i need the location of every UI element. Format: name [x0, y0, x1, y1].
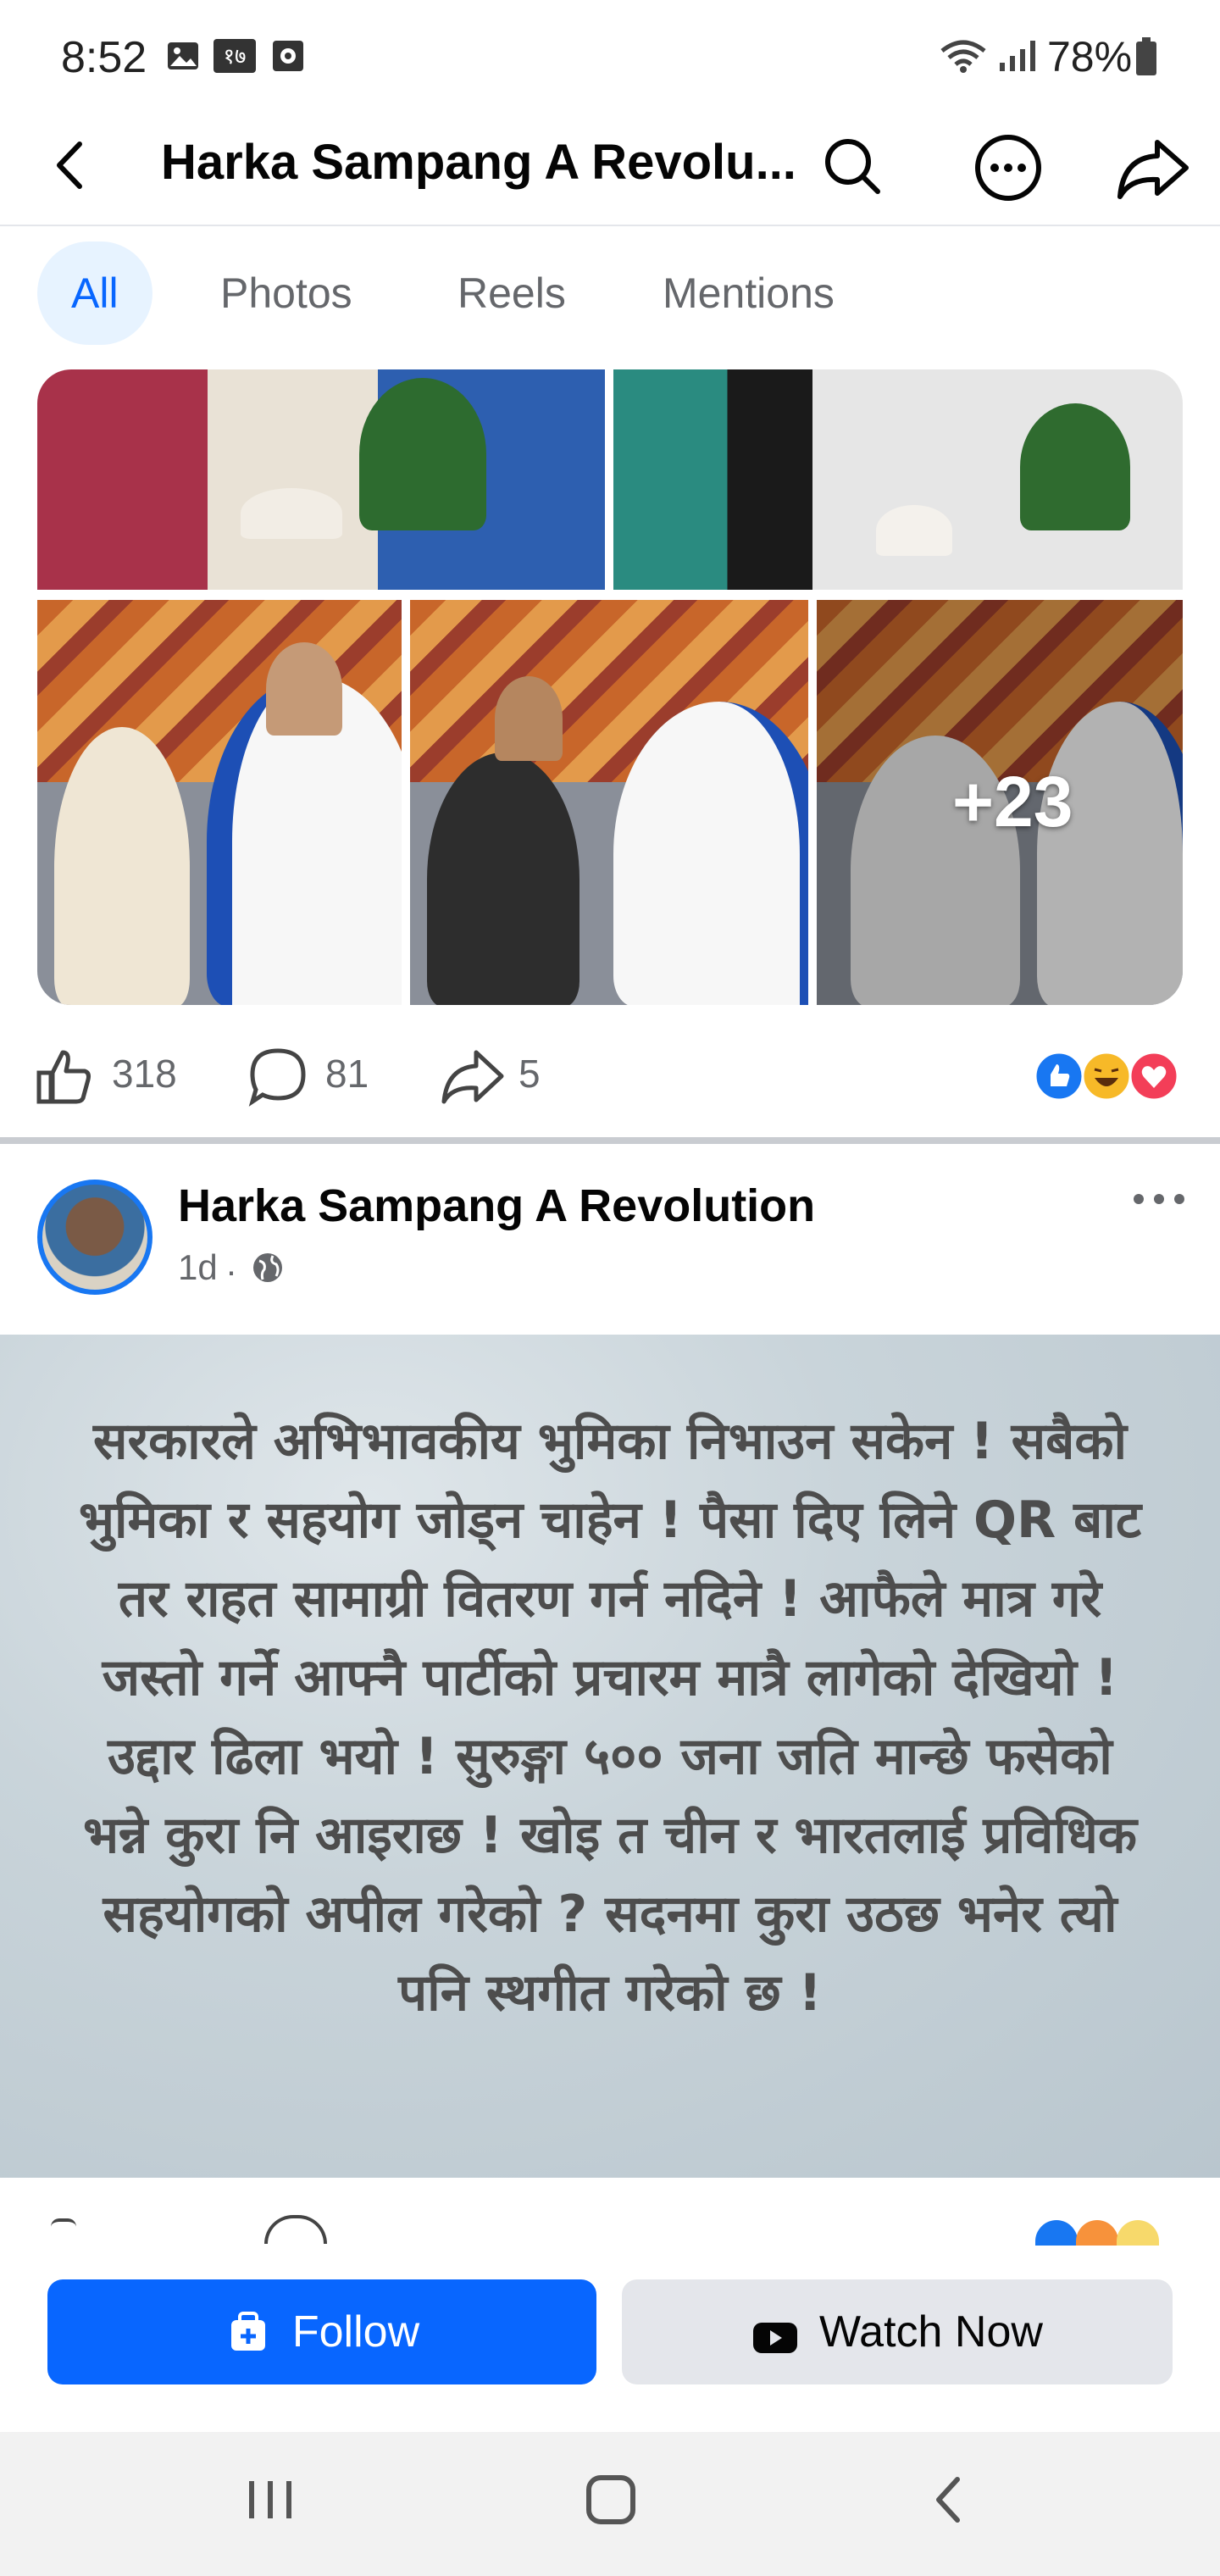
notification-badge: १७: [214, 39, 256, 73]
post-photo[interactable]: [37, 369, 605, 590]
share-icon[interactable]: [441, 1046, 505, 1107]
share-count: 5: [518, 1052, 541, 1096]
post-photo[interactable]: +23: [817, 600, 1183, 1005]
post-text: सरकारले अभिभावकीय भुमिका निभाउन सकेन ! स…: [78, 1412, 1142, 2023]
globe-icon: [251, 1251, 285, 1285]
page-header: Harka Sampang A Revolu...: [0, 110, 1220, 226]
page-title: Harka Sampang A Revolu...: [161, 135, 796, 190]
follow-button[interactable]: Follow: [47, 2279, 596, 2384]
watch-now-label: Watch Now: [819, 2307, 1043, 2357]
more-options-icon[interactable]: [973, 132, 1044, 203]
post-action-bar: 318 81 5: [0, 1025, 1220, 1127]
post-author-name[interactable]: Harka Sampang A Revolution: [178, 1180, 815, 1232]
watch-now-button[interactable]: Watch Now: [622, 2279, 1173, 2384]
follow-label: Follow: [291, 2307, 420, 2357]
comment-icon[interactable]: [247, 1046, 308, 1107]
haha-reaction-icon: [1081, 1051, 1132, 1102]
gallery-notification-icon: [166, 39, 200, 73]
wifi-icon: [939, 39, 988, 73]
tab-photos[interactable]: Photos: [186, 242, 386, 345]
post-text-card[interactable]: सरकारले अभिभावकीय भुमिका निभाउन सकेन ! स…: [0, 1335, 1220, 2178]
avatar[interactable]: [37, 1180, 152, 1295]
video-icon: [751, 2315, 799, 2353]
post-timestamp[interactable]: 1d: [178, 1247, 218, 1288]
post-options-icon[interactable]: [1128, 1186, 1190, 1212]
status-time: 8:52: [61, 33, 147, 82]
battery-icon: [1135, 37, 1157, 76]
page-action-buttons: Follow Watch Now: [0, 2254, 1220, 2432]
love-reaction-icon: [1128, 1051, 1179, 1102]
tab-all[interactable]: All: [37, 242, 152, 345]
system-back-icon[interactable]: [932, 2474, 966, 2525]
back-arrow-icon[interactable]: [47, 136, 98, 195]
signal-icon: [996, 39, 1037, 73]
battery-percent: 78%: [1047, 33, 1133, 80]
post-photo-grid: +23: [37, 369, 1183, 1005]
post-photo[interactable]: [613, 369, 1183, 590]
share-icon[interactable]: [1115, 132, 1191, 203]
app-notification-icon: [271, 39, 305, 73]
post-divider: [0, 1137, 1220, 1144]
search-icon[interactable]: [818, 132, 886, 200]
post2-action-bar-partial: [0, 2178, 1220, 2254]
recent-apps-icon[interactable]: [242, 2474, 298, 2525]
more-photos-count[interactable]: +23: [952, 761, 1073, 843]
like-count: 318: [112, 1052, 177, 1096]
like-reaction-icon: [1034, 1051, 1084, 1102]
tab-reels[interactable]: Reels: [424, 242, 600, 345]
post-photo[interactable]: [410, 600, 808, 1005]
home-icon[interactable]: [585, 2473, 637, 2527]
comment-count: 81: [325, 1052, 369, 1096]
status-bar: 8:52 १७ 78%: [0, 0, 1220, 110]
system-nav-bar: [0, 2432, 1220, 2576]
post-photo[interactable]: [37, 600, 402, 1005]
like-icon[interactable]: [34, 1046, 95, 1107]
meta-separator: ·: [225, 1251, 237, 1291]
follow-icon: [225, 2308, 272, 2356]
tab-mentions[interactable]: Mentions: [629, 242, 868, 345]
